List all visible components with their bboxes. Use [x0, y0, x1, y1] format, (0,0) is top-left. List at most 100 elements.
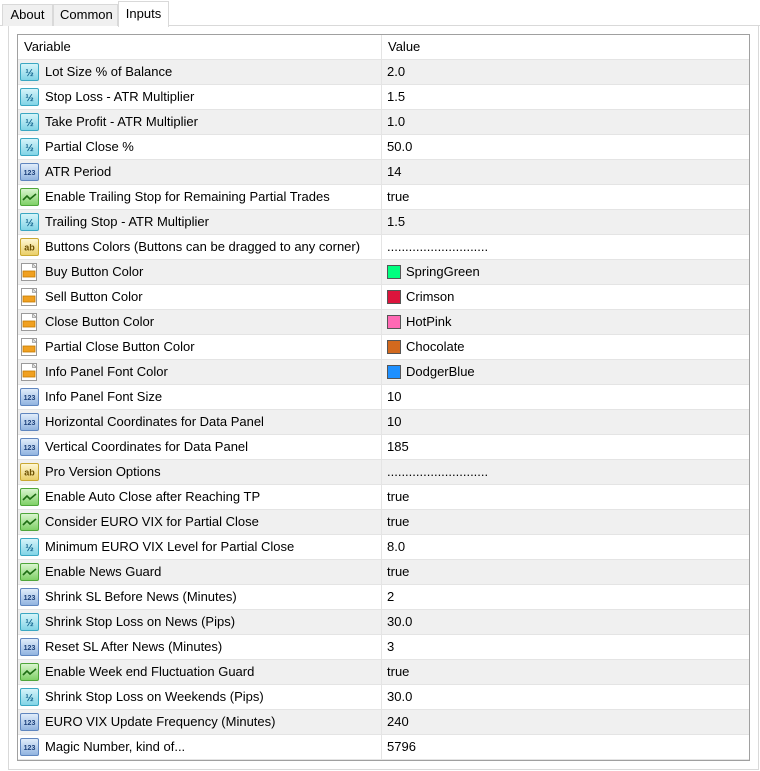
variable-name: Shrink Stop Loss on Weekends (Pips)	[45, 689, 264, 704]
value-text: DodgerBlue	[406, 364, 475, 379]
table-row[interactable]: ½ Lot Size % of Balance 2.0	[18, 60, 749, 85]
table-row[interactable]: 123 Horizontal Coordinates for Data Panel…	[18, 410, 749, 435]
table-row[interactable]: Enable News Guard true	[18, 560, 749, 585]
variable-name: Enable Auto Close after Reaching TP	[45, 489, 261, 504]
value-cell[interactable]: 30.0	[383, 685, 749, 709]
table-row[interactable]: ab Buttons Colors (Buttons can be dragged…	[18, 235, 749, 260]
table-row[interactable]: 123 EURO VIX Update Frequency (Minutes) 24…	[18, 710, 749, 735]
table-row[interactable]: Consider EURO VIX for Partial Close true	[18, 510, 749, 535]
value-cell[interactable]: true	[383, 510, 749, 534]
value-cell[interactable]: true	[383, 560, 749, 584]
value-cell[interactable]: HotPink	[383, 310, 749, 334]
value-cell[interactable]: 240	[383, 710, 749, 734]
value-cell[interactable]: 185	[383, 435, 749, 459]
value-cell[interactable]: 1.5	[383, 85, 749, 109]
table-row[interactable]: ½ Shrink Stop Loss on News (Pips) 30.0	[18, 610, 749, 635]
variable-cell[interactable]: Enable Week end Fluctuation Guard	[18, 660, 382, 684]
value-cell[interactable]: 1.5	[383, 210, 749, 234]
variable-cell[interactable]: 123 Reset SL After News (Minutes)	[18, 635, 382, 659]
value-cell[interactable]: 2.0	[383, 60, 749, 84]
variable-cell[interactable]: 123 Magic Number, kind of...	[18, 735, 382, 759]
variable-cell[interactable]: ½ Take Profit - ATR Multiplier	[18, 110, 382, 134]
table-row[interactable]: Sell Button Color Crimson	[18, 285, 749, 310]
variable-cell[interactable]: ½ Trailing Stop - ATR Multiplier	[18, 210, 382, 234]
variable-cell[interactable]: ab Buttons Colors (Buttons can be dragged…	[18, 235, 382, 259]
variable-cell[interactable]: 123 EURO VIX Update Frequency (Minutes)	[18, 710, 382, 734]
value-cell[interactable]: true	[383, 660, 749, 684]
value-text: true	[387, 664, 410, 679]
variable-name: Lot Size % of Balance	[45, 64, 173, 79]
variable-cell[interactable]: ½ Partial Close %	[18, 135, 382, 159]
variable-cell[interactable]: Sell Button Color	[18, 285, 382, 309]
value-text: 185	[387, 439, 409, 454]
table-row[interactable]: ½ Trailing Stop - ATR Multiplier 1.5	[18, 210, 749, 235]
value-cell[interactable]: 3	[383, 635, 749, 659]
table-row[interactable]: Info Panel Font Color DodgerBlue	[18, 360, 749, 385]
table-row[interactable]: Partial Close Button Color Chocolate	[18, 335, 749, 360]
table-row[interactable]: ab Pro Version Options...................…	[18, 460, 749, 485]
table-row[interactable]: 123 Vertical Coordinates for Data Panel 18…	[18, 435, 749, 460]
table-row[interactable]: 123 Magic Number, kind of... 5796	[18, 735, 749, 760]
value-cell[interactable]: 1.0	[383, 110, 749, 134]
value-cell[interactable]: 10	[383, 410, 749, 434]
variable-cell[interactable]: Info Panel Font Color	[18, 360, 382, 384]
variable-cell[interactable]: Enable Auto Close after Reaching TP	[18, 485, 382, 509]
value-cell[interactable]: 5796	[383, 735, 749, 759]
variable-cell[interactable]: 123 Info Panel Font Size	[18, 385, 382, 409]
value-cell[interactable]: Chocolate	[383, 335, 749, 359]
tab-inputs[interactable]: Inputs	[118, 1, 169, 27]
table-row[interactable]: ½ Shrink Stop Loss on Weekends (Pips) 30.0	[18, 685, 749, 710]
variable-cell[interactable]: ½ Stop Loss - ATR Multiplier	[18, 85, 382, 109]
table-row[interactable]: Enable Week end Fluctuation Guard true	[18, 660, 749, 685]
table-row[interactable]: ½ Minimum EURO VIX Level for Partial Clos…	[18, 535, 749, 560]
value-cell[interactable]: SpringGreen	[383, 260, 749, 284]
variable-cell[interactable]: 123 ATR Period	[18, 160, 382, 184]
variable-cell[interactable]: Partial Close Button Color	[18, 335, 382, 359]
table-row[interactable]: Enable Auto Close after Reaching TP true	[18, 485, 749, 510]
column-header-value[interactable]: Value	[383, 35, 749, 59]
value-cell[interactable]: true	[383, 485, 749, 509]
value-cell[interactable]: 50.0	[383, 135, 749, 159]
variable-name: Shrink Stop Loss on News (Pips)	[45, 614, 236, 629]
variable-cell[interactable]: 123 Vertical Coordinates for Data Panel	[18, 435, 382, 459]
variable-cell[interactable]: ½ Lot Size % of Balance	[18, 60, 382, 84]
variable-cell[interactable]: ½ Shrink Stop Loss on Weekends (Pips)	[18, 685, 382, 709]
variable-cell[interactable]: Close Button Color	[18, 310, 382, 334]
table-row[interactable]: Close Button Color HotPink	[18, 310, 749, 335]
table-row[interactable]: 123 Shrink SL Before News (Minutes) 2	[18, 585, 749, 610]
value-cell[interactable]: ............................	[383, 460, 749, 484]
value-cell[interactable]: 30.0	[383, 610, 749, 634]
table-row[interactable]: ½ Partial Close % 50.0	[18, 135, 749, 160]
variable-cell[interactable]: ab Pro Version Options	[18, 460, 382, 484]
svg-text:½: ½	[25, 93, 33, 104]
value-text: true	[387, 189, 410, 204]
table-row[interactable]: 123 Reset SL After News (Minutes) 3	[18, 635, 749, 660]
value-cell[interactable]: 2	[383, 585, 749, 609]
variable-cell[interactable]: Buy Button Color	[18, 260, 382, 284]
svg-text:½: ½	[25, 143, 33, 154]
value-cell[interactable]: 8.0	[383, 535, 749, 559]
table-row[interactable]: 123 Info Panel Font Size 10	[18, 385, 749, 410]
table-row[interactable]: Buy Button Color SpringGreen	[18, 260, 749, 285]
table-row[interactable]: ½ Stop Loss - ATR Multiplier 1.5	[18, 85, 749, 110]
value-cell[interactable]: 10	[383, 385, 749, 409]
value-cell[interactable]: Crimson	[383, 285, 749, 309]
variable-cell[interactable]: 123 Horizontal Coordinates for Data Panel	[18, 410, 382, 434]
value-cell[interactable]: true	[383, 185, 749, 209]
variable-cell[interactable]: Consider EURO VIX for Partial Close	[18, 510, 382, 534]
table-row[interactable]: 123 ATR Period 14	[18, 160, 749, 185]
variable-cell[interactable]: ½ Shrink Stop Loss on News (Pips)	[18, 610, 382, 634]
table-row[interactable]: ½ Take Profit - ATR Multiplier 1.0	[18, 110, 749, 135]
fraction-icon: ½	[20, 88, 39, 106]
table-row[interactable]: Enable Trailing Stop for Remaining Parti…	[18, 185, 749, 210]
column-header-variable[interactable]: Variable	[18, 35, 382, 59]
value-cell[interactable]: 14	[383, 160, 749, 184]
variable-cell[interactable]: 123 Shrink SL Before News (Minutes)	[18, 585, 382, 609]
tab-about[interactable]: About	[2, 4, 53, 26]
value-cell[interactable]: DodgerBlue	[383, 360, 749, 384]
variable-cell[interactable]: Enable Trailing Stop for Remaining Parti…	[18, 185, 382, 209]
tab-common[interactable]: Common	[53, 4, 118, 26]
variable-cell[interactable]: ½ Minimum EURO VIX Level for Partial Clos…	[18, 535, 382, 559]
value-cell[interactable]: ............................	[383, 235, 749, 259]
variable-cell[interactable]: Enable News Guard	[18, 560, 382, 584]
